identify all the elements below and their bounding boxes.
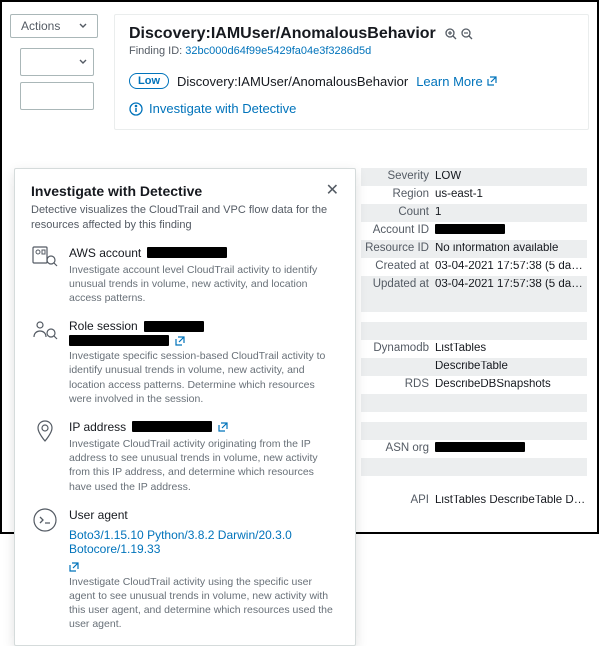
finding-panel: Discovery:IAMUser/AnomalousBehavior Find…: [114, 14, 589, 130]
finding-id-row: Finding ID: 32bc000d64f99e5429fa04e3f328…: [129, 45, 574, 57]
severity-badge: Low: [129, 73, 169, 89]
terminal-icon: [33, 508, 57, 532]
detail-row: DescribeTable: [361, 358, 587, 376]
actions-label: Actions: [21, 19, 60, 33]
redacted-value: [147, 247, 227, 258]
detail-row: Resource IDNo information available: [361, 240, 587, 258]
detail-group-asn: ASN org: [361, 422, 587, 476]
details-panel: SeverityLOW Regionus-east-1 Count1 Accou…: [361, 168, 587, 520]
redacted-value: [144, 321, 204, 332]
detail-row: [361, 394, 587, 412]
redacted-value: [435, 442, 525, 452]
redacted-value: [69, 335, 169, 346]
external-link-icon: [175, 336, 185, 346]
redacted-value: [435, 224, 505, 234]
detail-row: ASN org: [361, 440, 587, 458]
inv-desc: Investigate CloudTrail activity originat…: [69, 437, 339, 494]
detail-row: [361, 294, 587, 312]
zoom-out-icon[interactable]: [460, 27, 474, 41]
detail-row: RDSDescribeDBSnapshots: [361, 376, 587, 394]
popover-title: Investigate with Detective: [31, 183, 202, 199]
inv-desc: Investigate CloudTrail activity using th…: [69, 575, 339, 632]
detail-row: Regionus-east-1: [361, 186, 587, 204]
detail-row: Created at03-04-2021 17:57:38 (5 days ag…: [361, 258, 587, 276]
investigate-item-role-session: Role session Investigate specific sessio…: [31, 319, 339, 406]
inv-title: User agent: [69, 508, 128, 522]
investigate-item-ip-address: IP address Investigate CloudTrail activi…: [31, 420, 339, 494]
detail-row: SeverityLOW: [361, 168, 587, 186]
inv-title: AWS account: [69, 246, 141, 260]
finding-id-label: Finding ID:: [129, 45, 182, 57]
finding-id-value[interactable]: 32bc000d64f99e5429fa04e3f3286d5d: [185, 45, 371, 57]
caret-down-icon: [79, 23, 87, 29]
external-link-icon: [487, 76, 497, 86]
external-link-icon: [218, 422, 228, 432]
caret-down-icon: [79, 59, 87, 65]
detail-row: APIListTables DescribeTable DescribeDBSn…: [361, 492, 587, 510]
detail-row: Account ID: [361, 222, 587, 240]
zoom-in-icon[interactable]: [444, 27, 458, 41]
learn-more-link[interactable]: Learn More: [416, 74, 496, 89]
external-link-icon: [69, 562, 79, 572]
close-icon[interactable]: ✕: [326, 183, 339, 199]
detail-row: Updated at03-04-2021 17:57:38 (5 days ag…: [361, 276, 587, 294]
detail-row: Count1: [361, 204, 587, 222]
detail-row: [361, 322, 587, 340]
detail-row: [361, 458, 587, 476]
user-agent-link[interactable]: Boto3/1.15.10 Python/3.8.2 Darwin/20.3.0…: [69, 528, 339, 556]
investigate-item-user-agent: User agent Boto3/1.15.10 Python/3.8.2 Dar…: [31, 508, 339, 632]
detail-row: DynamodbListTables: [361, 340, 587, 358]
actions-dropdown[interactable]: Actions: [10, 14, 98, 38]
detail-row: [361, 422, 587, 440]
finding-type: Discovery:IAMUser/AnomalousBehavior: [177, 74, 408, 89]
finding-title: Discovery:IAMUser/AnomalousBehavior: [129, 25, 436, 43]
filter-select[interactable]: [20, 48, 94, 76]
filter-box[interactable]: [20, 82, 94, 110]
detail-group-api: APIListTables DescribeTable DescribeDBSn…: [361, 492, 587, 510]
detail-group-overview: SeverityLOW Regionus-east-1 Count1 Accou…: [361, 168, 587, 312]
investigate-detective-link[interactable]: Investigate with Detective: [129, 101, 296, 116]
inv-title: IP address: [69, 420, 126, 434]
investigate-popover: Investigate with Detective ✕ Detective v…: [14, 168, 356, 646]
detail-group-services: DynamodbListTables DescribeTable RDSDesc…: [361, 322, 587, 412]
location-pin-icon: [34, 420, 56, 446]
popover-subtitle: Detective visualizes the CloudTrail and …: [31, 203, 339, 234]
account-icon: [32, 246, 58, 268]
investigate-item-aws-account: AWS account Investigate account level Cl…: [31, 246, 339, 306]
inv-desc: Investigate account level CloudTrail act…: [69, 263, 339, 306]
redacted-value: [132, 421, 212, 432]
role-icon: [32, 319, 58, 341]
inv-desc: Investigate specific session-based Cloud…: [69, 349, 339, 406]
inv-title: Role session: [69, 319, 138, 333]
info-icon: [129, 102, 143, 116]
